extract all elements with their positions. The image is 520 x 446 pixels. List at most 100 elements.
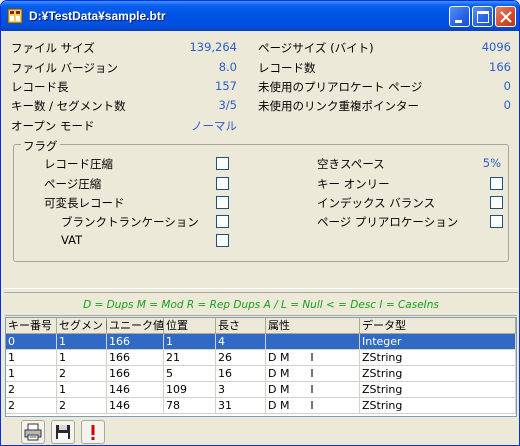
- key-segment-count-label: キー数 / セグメント数: [11, 99, 126, 113]
- vat-checkbox[interactable]: [216, 234, 229, 247]
- unused-prealloc-pages-label: 未使用のプリアロケート ページ: [258, 80, 423, 94]
- table-cell: 1: [57, 350, 107, 366]
- printer-icon: [24, 423, 42, 441]
- record-compression-checkbox[interactable]: [216, 157, 229, 170]
- table-cell: Integer: [360, 334, 516, 350]
- table-cell: 166: [107, 366, 164, 382]
- column-header-length[interactable]: 長さ: [216, 318, 266, 334]
- minimize-icon: [455, 20, 462, 23]
- table-row[interactable]: 1 2 166 5 16 D M I ZString: [6, 366, 516, 382]
- table-cell: 1: [6, 366, 57, 382]
- variable-length-label: 可変長レコード: [44, 196, 125, 210]
- table-cell: D M I: [266, 382, 360, 398]
- attribute-legend: D = Dups M = Mod R = Rep Dups A / L = Nu…: [5, 294, 517, 316]
- page-compression-checkbox[interactable]: [216, 177, 229, 190]
- column-header-position[interactable]: 位置: [164, 318, 216, 334]
- table-cell: 146: [107, 398, 164, 414]
- column-header-attributes[interactable]: 属性: [266, 318, 360, 334]
- flags-legend: フラグ: [21, 138, 60, 154]
- table-cell: 21: [164, 350, 216, 366]
- bottom-toolbar: [5, 419, 517, 445]
- table-row[interactable]: 2 2 146 78 31 D M I ZString: [6, 398, 516, 414]
- record-count-value: 166: [489, 60, 511, 74]
- table-cell: 109: [164, 382, 216, 398]
- page-preallocation-checkbox[interactable]: [490, 215, 503, 228]
- table-cell: 4: [216, 334, 266, 350]
- table-cell: 5: [164, 366, 216, 382]
- record-length-value: 157: [215, 79, 237, 93]
- column-header-key-number[interactable]: キー番号: [6, 318, 57, 334]
- table-cell: 0: [6, 334, 57, 350]
- window-title: D:¥TestData¥sample.btr: [29, 9, 166, 23]
- blank-truncation-checkbox[interactable]: [216, 215, 229, 228]
- record-length-label: レコード長: [11, 80, 69, 94]
- grid-header-row: キー番号 セグメント ユニーク値 位置 長さ 属性 データ型: [6, 318, 516, 334]
- print-button[interactable]: [21, 420, 45, 444]
- file-version-value: 8.0: [218, 60, 237, 74]
- exclamation-icon: [91, 425, 95, 440]
- page-compression-label: ページ圧縮: [44, 177, 102, 191]
- title-bar[interactable]: D:¥TestData¥sample.btr: [1, 1, 519, 31]
- table-cell: 146: [107, 382, 164, 398]
- table-cell: ZString: [360, 350, 516, 366]
- table-cell: 78: [164, 398, 216, 414]
- page-preallocation-label: ページ プリアロケーション: [317, 215, 459, 229]
- table-cell: 2: [57, 366, 107, 382]
- page-size-label: ページサイズ (バイト): [258, 41, 374, 55]
- table-cell: 166: [107, 350, 164, 366]
- table-cell: 1: [6, 350, 57, 366]
- save-button[interactable]: [51, 420, 75, 444]
- unused-dup-pointers-label: 未使用のリンク重複ポインター: [258, 99, 419, 113]
- splitter[interactable]: [4, 288, 518, 293]
- table-cell: 2: [6, 398, 57, 414]
- file-size-value: 139,264: [189, 40, 237, 54]
- table-cell: D M I: [266, 398, 360, 414]
- table-cell: 2: [57, 398, 107, 414]
- table-cell: 16: [216, 366, 266, 382]
- table-cell: ZString: [360, 398, 516, 414]
- unused-prealloc-pages-value: 0: [503, 79, 511, 93]
- table-cell: D M I: [266, 366, 360, 382]
- table-cell: ZString: [360, 382, 516, 398]
- save-icon: [56, 425, 70, 439]
- close-button[interactable]: [495, 6, 516, 27]
- file-version-label: ファイル バージョン: [11, 61, 118, 75]
- maximize-button[interactable]: [472, 6, 493, 27]
- close-icon: [500, 11, 512, 23]
- vat-label: VAT: [61, 233, 83, 247]
- table-cell: ZString: [360, 366, 516, 382]
- record-count-label: レコード数: [258, 61, 316, 75]
- table-row[interactable]: 2 1 146 109 3 D M I ZString: [6, 382, 516, 398]
- maximize-icon: [477, 11, 489, 23]
- column-header-unique-values[interactable]: ユニーク値: [107, 318, 164, 334]
- table-row[interactable]: 0 1 166 1 4 Integer: [6, 334, 516, 350]
- table-cell: 26: [216, 350, 266, 366]
- column-header-segment[interactable]: セグメント: [57, 318, 114, 334]
- key-only-checkbox[interactable]: [490, 177, 503, 190]
- index-balance-checkbox[interactable]: [490, 196, 503, 209]
- table-cell: D M I: [266, 350, 360, 366]
- minimize-button[interactable]: [449, 6, 470, 27]
- key-grid[interactable]: キー番号 セグメント ユニーク値 位置 長さ 属性 データ型 0 1 166 1…: [5, 317, 517, 417]
- unused-dup-pointers-value: 0: [503, 98, 511, 112]
- key-only-label: キー オンリー: [317, 177, 390, 191]
- table-cell: 1: [164, 334, 216, 350]
- table-cell: [266, 334, 360, 350]
- table-cell: 166: [107, 334, 164, 350]
- free-space-value: 5%: [482, 156, 501, 170]
- alert-button[interactable]: [81, 420, 105, 444]
- variable-length-checkbox[interactable]: [216, 196, 229, 209]
- file-size-label: ファイル サイズ: [11, 41, 95, 55]
- open-mode-value: ノーマル: [191, 119, 237, 133]
- table-row[interactable]: 1 1 166 21 26 D M I ZString: [6, 350, 516, 366]
- key-segment-count-value: 3/5: [218, 98, 237, 112]
- free-space-label: 空きスペース: [317, 157, 385, 171]
- table-cell: 2: [6, 382, 57, 398]
- index-balance-label: インデックス バランス: [317, 196, 436, 210]
- page-size-value: 4096: [481, 40, 511, 54]
- table-cell: 1: [57, 334, 107, 350]
- table-cell: 31: [216, 398, 266, 414]
- column-header-data-type[interactable]: データ型: [360, 318, 516, 334]
- table-cell: 1: [57, 382, 107, 398]
- blank-truncation-label: ブランクトランケーション: [61, 215, 199, 229]
